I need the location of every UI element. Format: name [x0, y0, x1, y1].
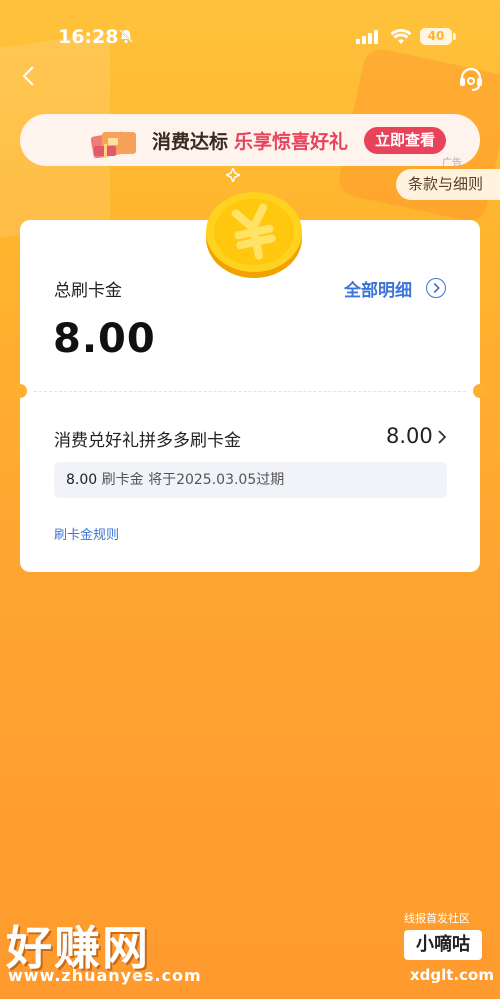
gift-cards-icon [90, 131, 136, 158]
banner-highlight: 乐享惊喜好礼 [234, 130, 349, 153]
back-arrow-icon[interactable] [18, 64, 42, 88]
expiry-text: 将于2025.03.05过期 [148, 472, 285, 488]
promo-banner[interactable]: 消费达标 乐享惊喜好礼 立即查看 [20, 114, 480, 166]
banner-title: 消费达标 [152, 130, 229, 153]
wifi-icon [390, 28, 412, 44]
watermark-left-url: www.zhuanyes.com [8, 966, 202, 985]
watermark-right-url: xdglt.com [410, 966, 494, 984]
all-details-link[interactable]: 全部明细 [344, 276, 412, 301]
customer-service-icon[interactable] [458, 66, 484, 92]
coin-icon [206, 192, 302, 278]
battery-icon: 40 [420, 28, 456, 45]
view-now-button[interactable]: 立即查看 [364, 127, 447, 154]
watermark-right-name: 小嘀咕 [404, 930, 482, 960]
total-amount: 8.00 [53, 316, 156, 362]
watermark-right-tagline: 线报首发社区 [404, 912, 470, 925]
expiry-amount: 8.00 [66, 472, 98, 488]
terms-button[interactable]: 条款与细则 [396, 169, 500, 200]
divider [34, 391, 466, 392]
ad-label: 广告 [442, 158, 462, 169]
bell-off-icon [119, 29, 133, 43]
sparkle-icon [226, 168, 240, 182]
item-amount[interactable]: 8.00 [386, 424, 433, 448]
card-notch [13, 384, 27, 398]
status-bar: 16:28 40 [0, 0, 500, 60]
card-notch [473, 384, 487, 398]
total-label: 总刷卡金 [54, 281, 122, 301]
chevron-right-icon[interactable] [426, 278, 446, 298]
rules-link[interactable]: 刷卡金规则 [54, 524, 119, 543]
expiry-unit: 刷卡金 [101, 472, 144, 488]
status-time: 16:28 [58, 26, 119, 48]
signal-icon [356, 30, 378, 44]
chevron-right-icon[interactable] [436, 428, 448, 446]
expiry-notice: 8.00 刷卡金 将于2025.03.05过期 [54, 462, 447, 498]
item-title[interactable]: 消费兑好礼拼多多刷卡金 [54, 426, 241, 451]
